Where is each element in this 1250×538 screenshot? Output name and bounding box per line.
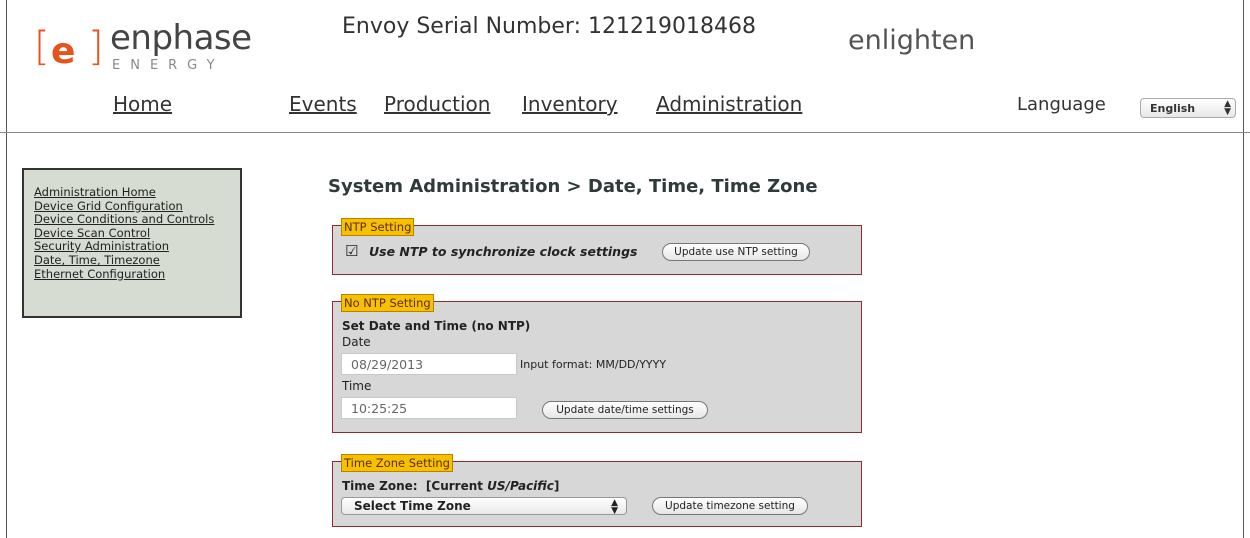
language-select[interactable]: English ▲ ▼ bbox=[1140, 98, 1236, 118]
time-input[interactable]: 10:25:25 bbox=[341, 397, 517, 419]
ntp-setting-panel: NTP Setting ☑ Use NTP to synchronize clo… bbox=[332, 218, 862, 275]
sidebar-item-device-conditions-controls[interactable]: Device Conditions and Controls bbox=[34, 213, 240, 227]
ntp-setting-legend: NTP Setting bbox=[341, 218, 415, 236]
no-ntp-setting-legend: No NTP Setting bbox=[341, 294, 434, 312]
time-zone-select-value: Select Time Zone bbox=[354, 499, 471, 513]
time-zone-select[interactable]: Select Time Zone ▲ ▼ bbox=[341, 497, 627, 516]
logo-e-mark: e bbox=[51, 31, 76, 72]
set-date-time-heading: Set Date and Time (no NTP) bbox=[342, 319, 531, 333]
sidebar-item-security-administration[interactable]: Security Administration bbox=[34, 240, 240, 254]
enlighten-brand: enlighten bbox=[848, 25, 976, 56]
time-zone-label-suffix: ] bbox=[553, 479, 560, 493]
time-zone-setting-panel: Time Zone Setting Time Zone: [Current US… bbox=[332, 454, 862, 527]
nav-production[interactable]: Production bbox=[384, 92, 490, 116]
update-timezone-button[interactable]: Update timezone setting bbox=[652, 497, 808, 515]
sidebar-item-administration-home[interactable]: Administration Home bbox=[34, 185, 240, 200]
time-zone-label: Time Zone: [Current US/Pacific] bbox=[342, 479, 559, 493]
nav-inventory[interactable]: Inventory bbox=[522, 92, 618, 116]
sidebar-item-device-scan-control[interactable]: Device Scan Control bbox=[34, 226, 240, 241]
sidebar-item-date-time-timezone[interactable]: Date, Time, Timezone bbox=[34, 253, 240, 268]
logo-wordmark: enphase bbox=[110, 18, 252, 58]
select-arrows-icon: ▲ ▼ bbox=[611, 498, 618, 516]
sidebar-item-ethernet-configuration[interactable]: Ethernet Configuration bbox=[34, 267, 240, 282]
update-ntp-button[interactable]: Update use NTP setting bbox=[662, 243, 810, 261]
use-ntp-checkbox[interactable]: ☑ bbox=[345, 244, 359, 259]
sidebar-item-device-grid-configuration[interactable]: Device Grid Configuration bbox=[34, 199, 240, 214]
update-date-time-button[interactable]: Update date/time settings bbox=[542, 401, 708, 419]
no-ntp-setting-panel: No NTP Setting Set Date and Time (no NTP… bbox=[332, 294, 862, 433]
time-label: Time bbox=[342, 379, 372, 393]
admin-sidebar: Administration Home Device Grid Configur… bbox=[22, 168, 242, 318]
logo-bracket-right: ] bbox=[88, 24, 104, 70]
date-format-hint: Input format: MM/DD/YYYY bbox=[520, 358, 667, 371]
time-zone-current-value: US/Pacific bbox=[487, 479, 554, 493]
logo-subtitle: ENERGY bbox=[112, 58, 225, 73]
use-ntp-label: Use NTP to synchronize clock settings bbox=[369, 244, 638, 259]
envoy-serial-number: Envoy Serial Number: 121219018468 bbox=[342, 14, 756, 39]
date-label: Date bbox=[342, 335, 371, 349]
header-divider bbox=[0, 132, 1250, 133]
select-arrows-icon: ▲ ▼ bbox=[1224, 99, 1231, 117]
time-zone-label-prefix: Time Zone: [Current bbox=[342, 479, 488, 493]
language-label: Language bbox=[1017, 94, 1106, 115]
nav-home[interactable]: Home bbox=[113, 92, 172, 116]
time-zone-setting-legend: Time Zone Setting bbox=[341, 454, 453, 472]
nav-events[interactable]: Events bbox=[289, 92, 357, 116]
date-input[interactable]: 08/29/2013 bbox=[341, 353, 517, 375]
language-select-value: English bbox=[1150, 101, 1196, 115]
page-title: System Administration > Date, Time, Time… bbox=[328, 176, 818, 197]
logo-bracket-left: [ bbox=[34, 24, 50, 70]
nav-administration[interactable]: Administration bbox=[656, 92, 802, 116]
